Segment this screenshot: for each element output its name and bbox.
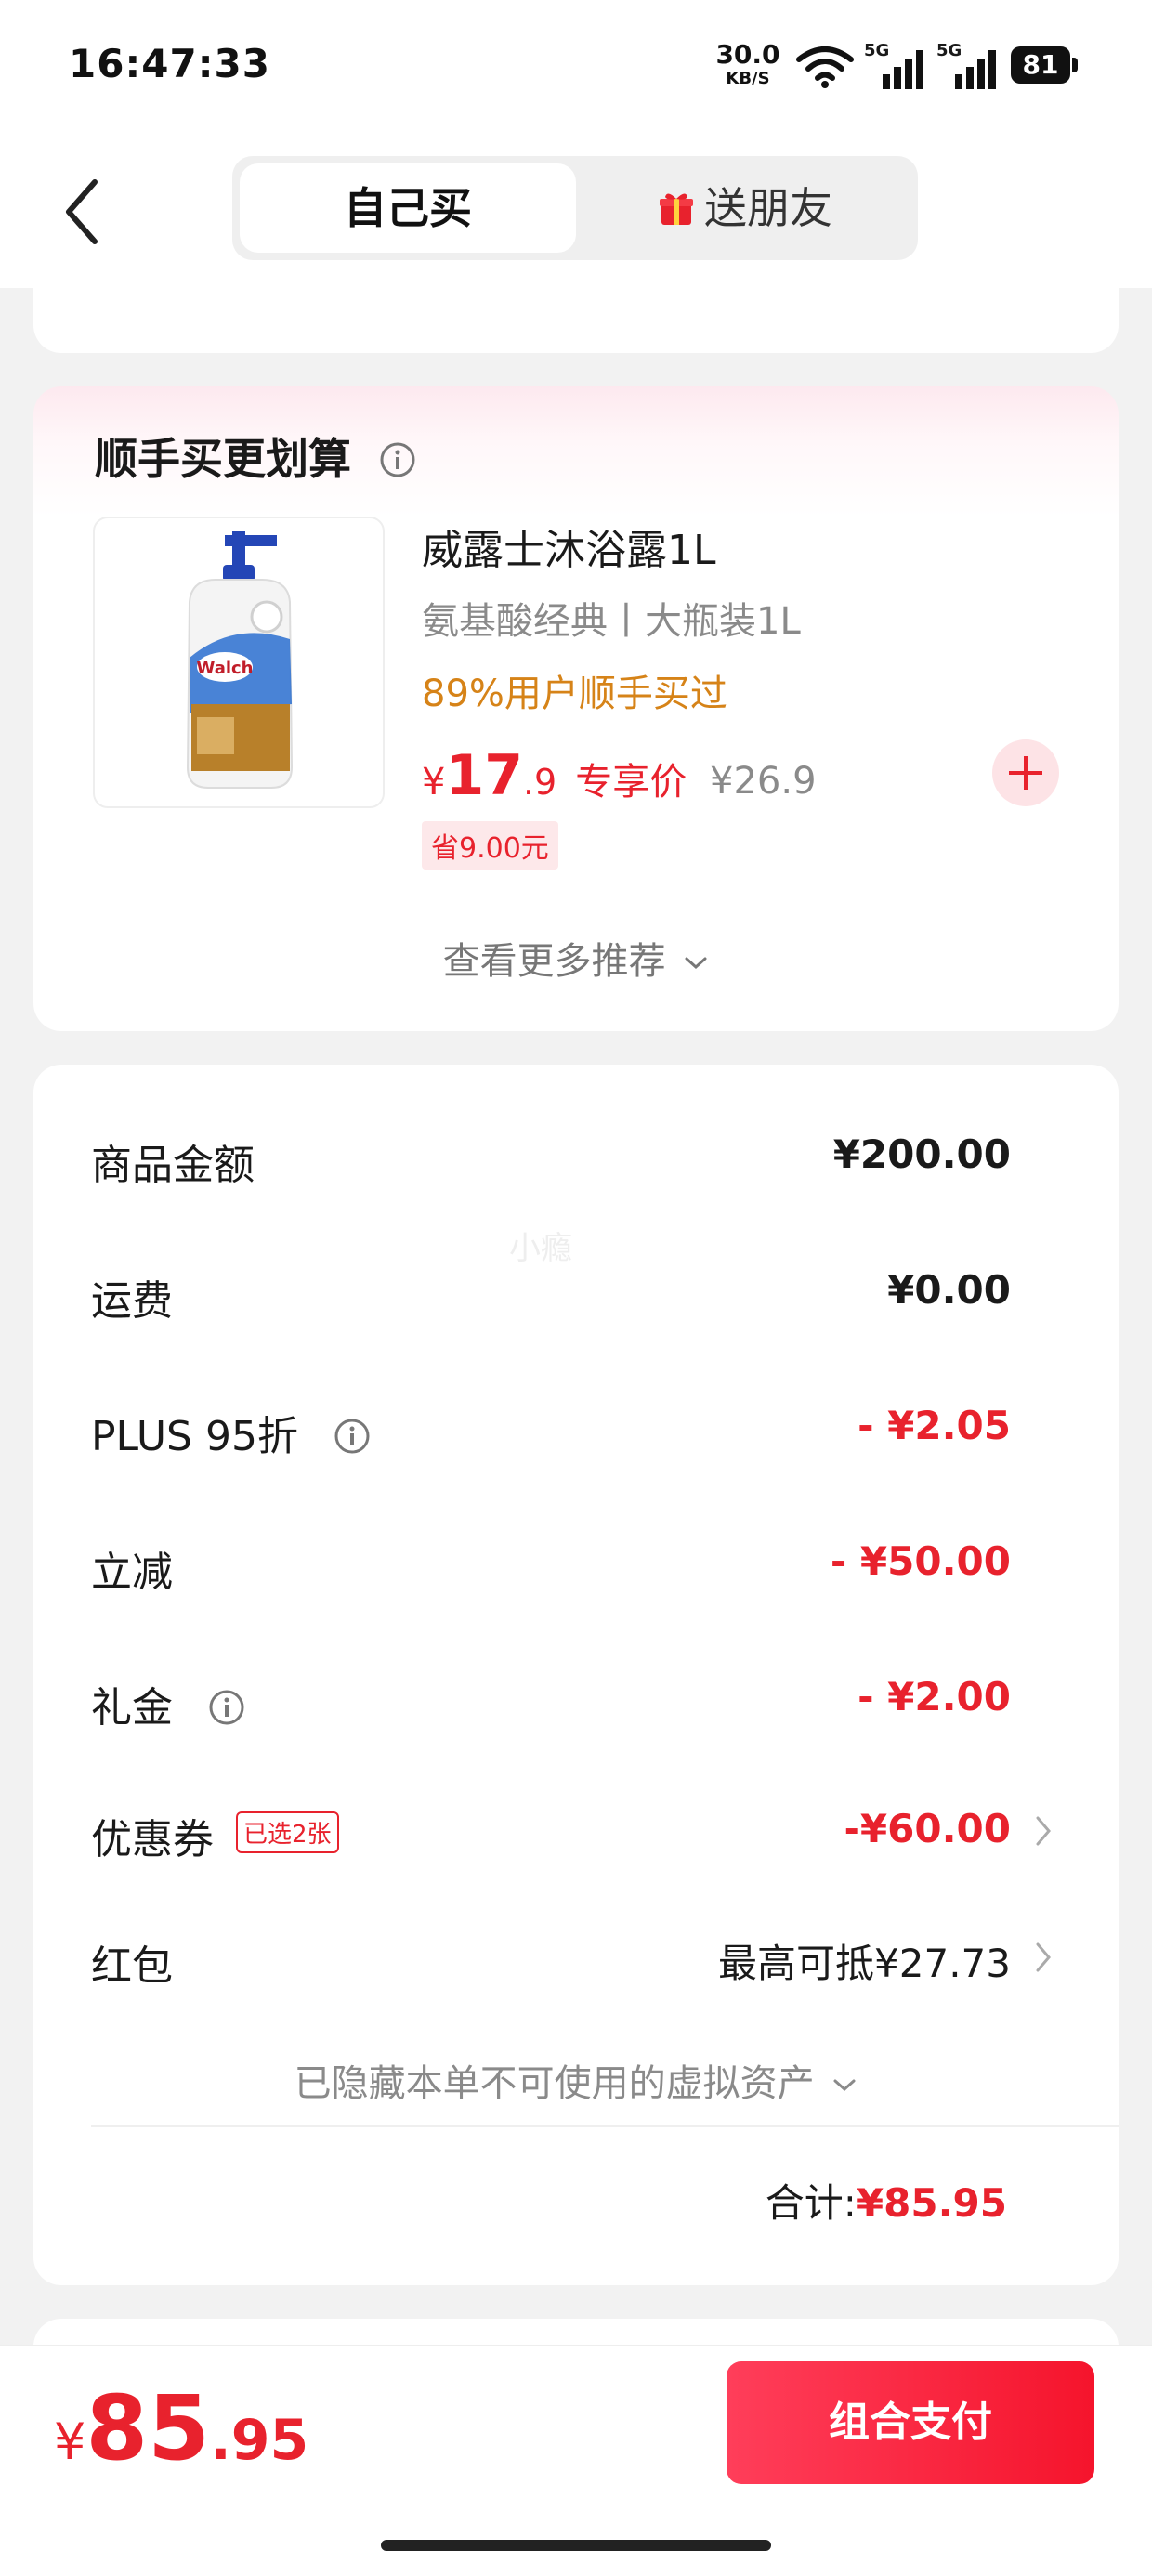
plus-discount-text: PLUS 95折 (91, 1413, 298, 1460)
product-social-proof: 89%用户顺手买过 (422, 673, 727, 715)
gift-icon (660, 192, 693, 225)
order-total: 合计:¥85.95 (766, 2172, 1007, 2229)
product-spec: 氨基酸经典丨大瓶装1L (422, 600, 801, 643)
tab-send-to-friend-label: 送朋友 (704, 183, 832, 233)
instant-discount-value: - ¥50.00 (830, 1538, 1011, 1584)
network-speed: 30.0 KB/S (715, 39, 780, 91)
shipping-label: 运费 (91, 1277, 173, 1325)
product-image-brand: Walch (196, 659, 253, 678)
original-price: ¥26.9 (710, 760, 817, 803)
status-time: 16:47:33 (69, 41, 270, 86)
payable-integer: 85 (85, 2376, 210, 2480)
plus-discount-label: PLUS 95折 (91, 1403, 371, 1462)
gift-money-text: 礼金 (91, 1684, 173, 1732)
hidden-assets-label: 已隐藏本单不可使用的虚拟资产 (294, 2062, 815, 2105)
previous-card (33, 279, 1119, 353)
battery-icon: 81 (1011, 46, 1070, 84)
chevron-down-icon (833, 2079, 856, 2092)
chevron-down-icon (685, 957, 707, 970)
coupon-label[interactable]: 优惠券 (91, 1806, 214, 1865)
chevron-right-icon[interactable] (1033, 1940, 1054, 1975)
watermark: 小瘾 (509, 1230, 572, 1267)
info-icon[interactable] (379, 441, 416, 478)
plus-discount-value: - ¥2.05 (857, 1403, 1011, 1448)
save-badge: 省9.00元 (422, 821, 558, 870)
price-decimal: .9 (522, 762, 557, 803)
tab-buy-for-self[interactable]: 自己买 (240, 163, 576, 253)
tab-send-to-friend[interactable]: 送朋友 (578, 163, 912, 253)
combined-pay-button[interactable]: 组合支付 (727, 2361, 1094, 2484)
coupon-value[interactable]: -¥60.00 (844, 1806, 1011, 1851)
more-recommendations-label: 查看更多推荐 (442, 940, 666, 983)
gift-money-label: 礼金 (91, 1674, 245, 1733)
order-total-value: ¥85.95 (856, 2180, 1007, 2226)
product-price: ¥17.9 专享价 (422, 743, 687, 808)
price-tag: 专享价 (575, 761, 687, 804)
coupon-selected-badge: 已选2张 (236, 1811, 339, 1853)
subtotal-value: ¥200.00 (832, 1131, 1011, 1177)
red-packet-value[interactable]: 最高可抵¥27.73 (718, 1932, 1011, 1989)
add-to-order-button[interactable] (992, 739, 1059, 806)
subtotal-label: 商品金额 (91, 1142, 255, 1189)
more-recommendations-link[interactable]: 查看更多推荐 (0, 931, 1152, 985)
red-packet-label[interactable]: 红包 (91, 1932, 173, 1992)
back-button[interactable] (56, 175, 111, 249)
product-name[interactable]: 威露士沐浴露1L (422, 517, 716, 576)
chevron-right-icon[interactable] (1033, 1813, 1054, 1849)
order-total-label: 合计: (765, 2180, 857, 2226)
gift-money-value: - ¥2.00 (857, 1674, 1011, 1720)
cell-signal-2-icon: 5G (936, 41, 1001, 89)
body-wash-bottle-image: Walch (186, 531, 294, 789)
recommend-title-text: 顺手买更划算 (95, 434, 351, 484)
price-currency: ¥ (422, 761, 446, 804)
home-indicator[interactable] (381, 2540, 771, 2551)
back-chevron-icon (66, 179, 98, 244)
cell-signal-1-icon: 5G (864, 41, 929, 89)
instant-discount-label: 立减 (91, 1549, 173, 1596)
recommend-title: 顺手买更划算 (95, 425, 416, 487)
info-icon[interactable] (334, 1418, 371, 1455)
network-speed-unit: KB/S (726, 69, 770, 88)
battery-tip (1072, 58, 1078, 72)
divider (91, 2125, 1119, 2127)
plus-icon (1009, 756, 1042, 790)
payable-currency: ¥ (54, 2413, 86, 2471)
hidden-assets-toggle[interactable]: 已隐藏本单不可使用的虚拟资产 (0, 2053, 1152, 2107)
shipping-value: ¥0.00 (887, 1267, 1011, 1313)
info-icon[interactable] (208, 1689, 245, 1726)
payable-total: ¥85.95 (54, 2376, 308, 2480)
network-speed-value: 30.0 (715, 39, 780, 70)
price-integer: 17 (445, 743, 523, 808)
wifi-icon (796, 46, 854, 88)
payable-decimal: .95 (209, 2408, 309, 2473)
product-image[interactable]: Walch (93, 517, 385, 808)
